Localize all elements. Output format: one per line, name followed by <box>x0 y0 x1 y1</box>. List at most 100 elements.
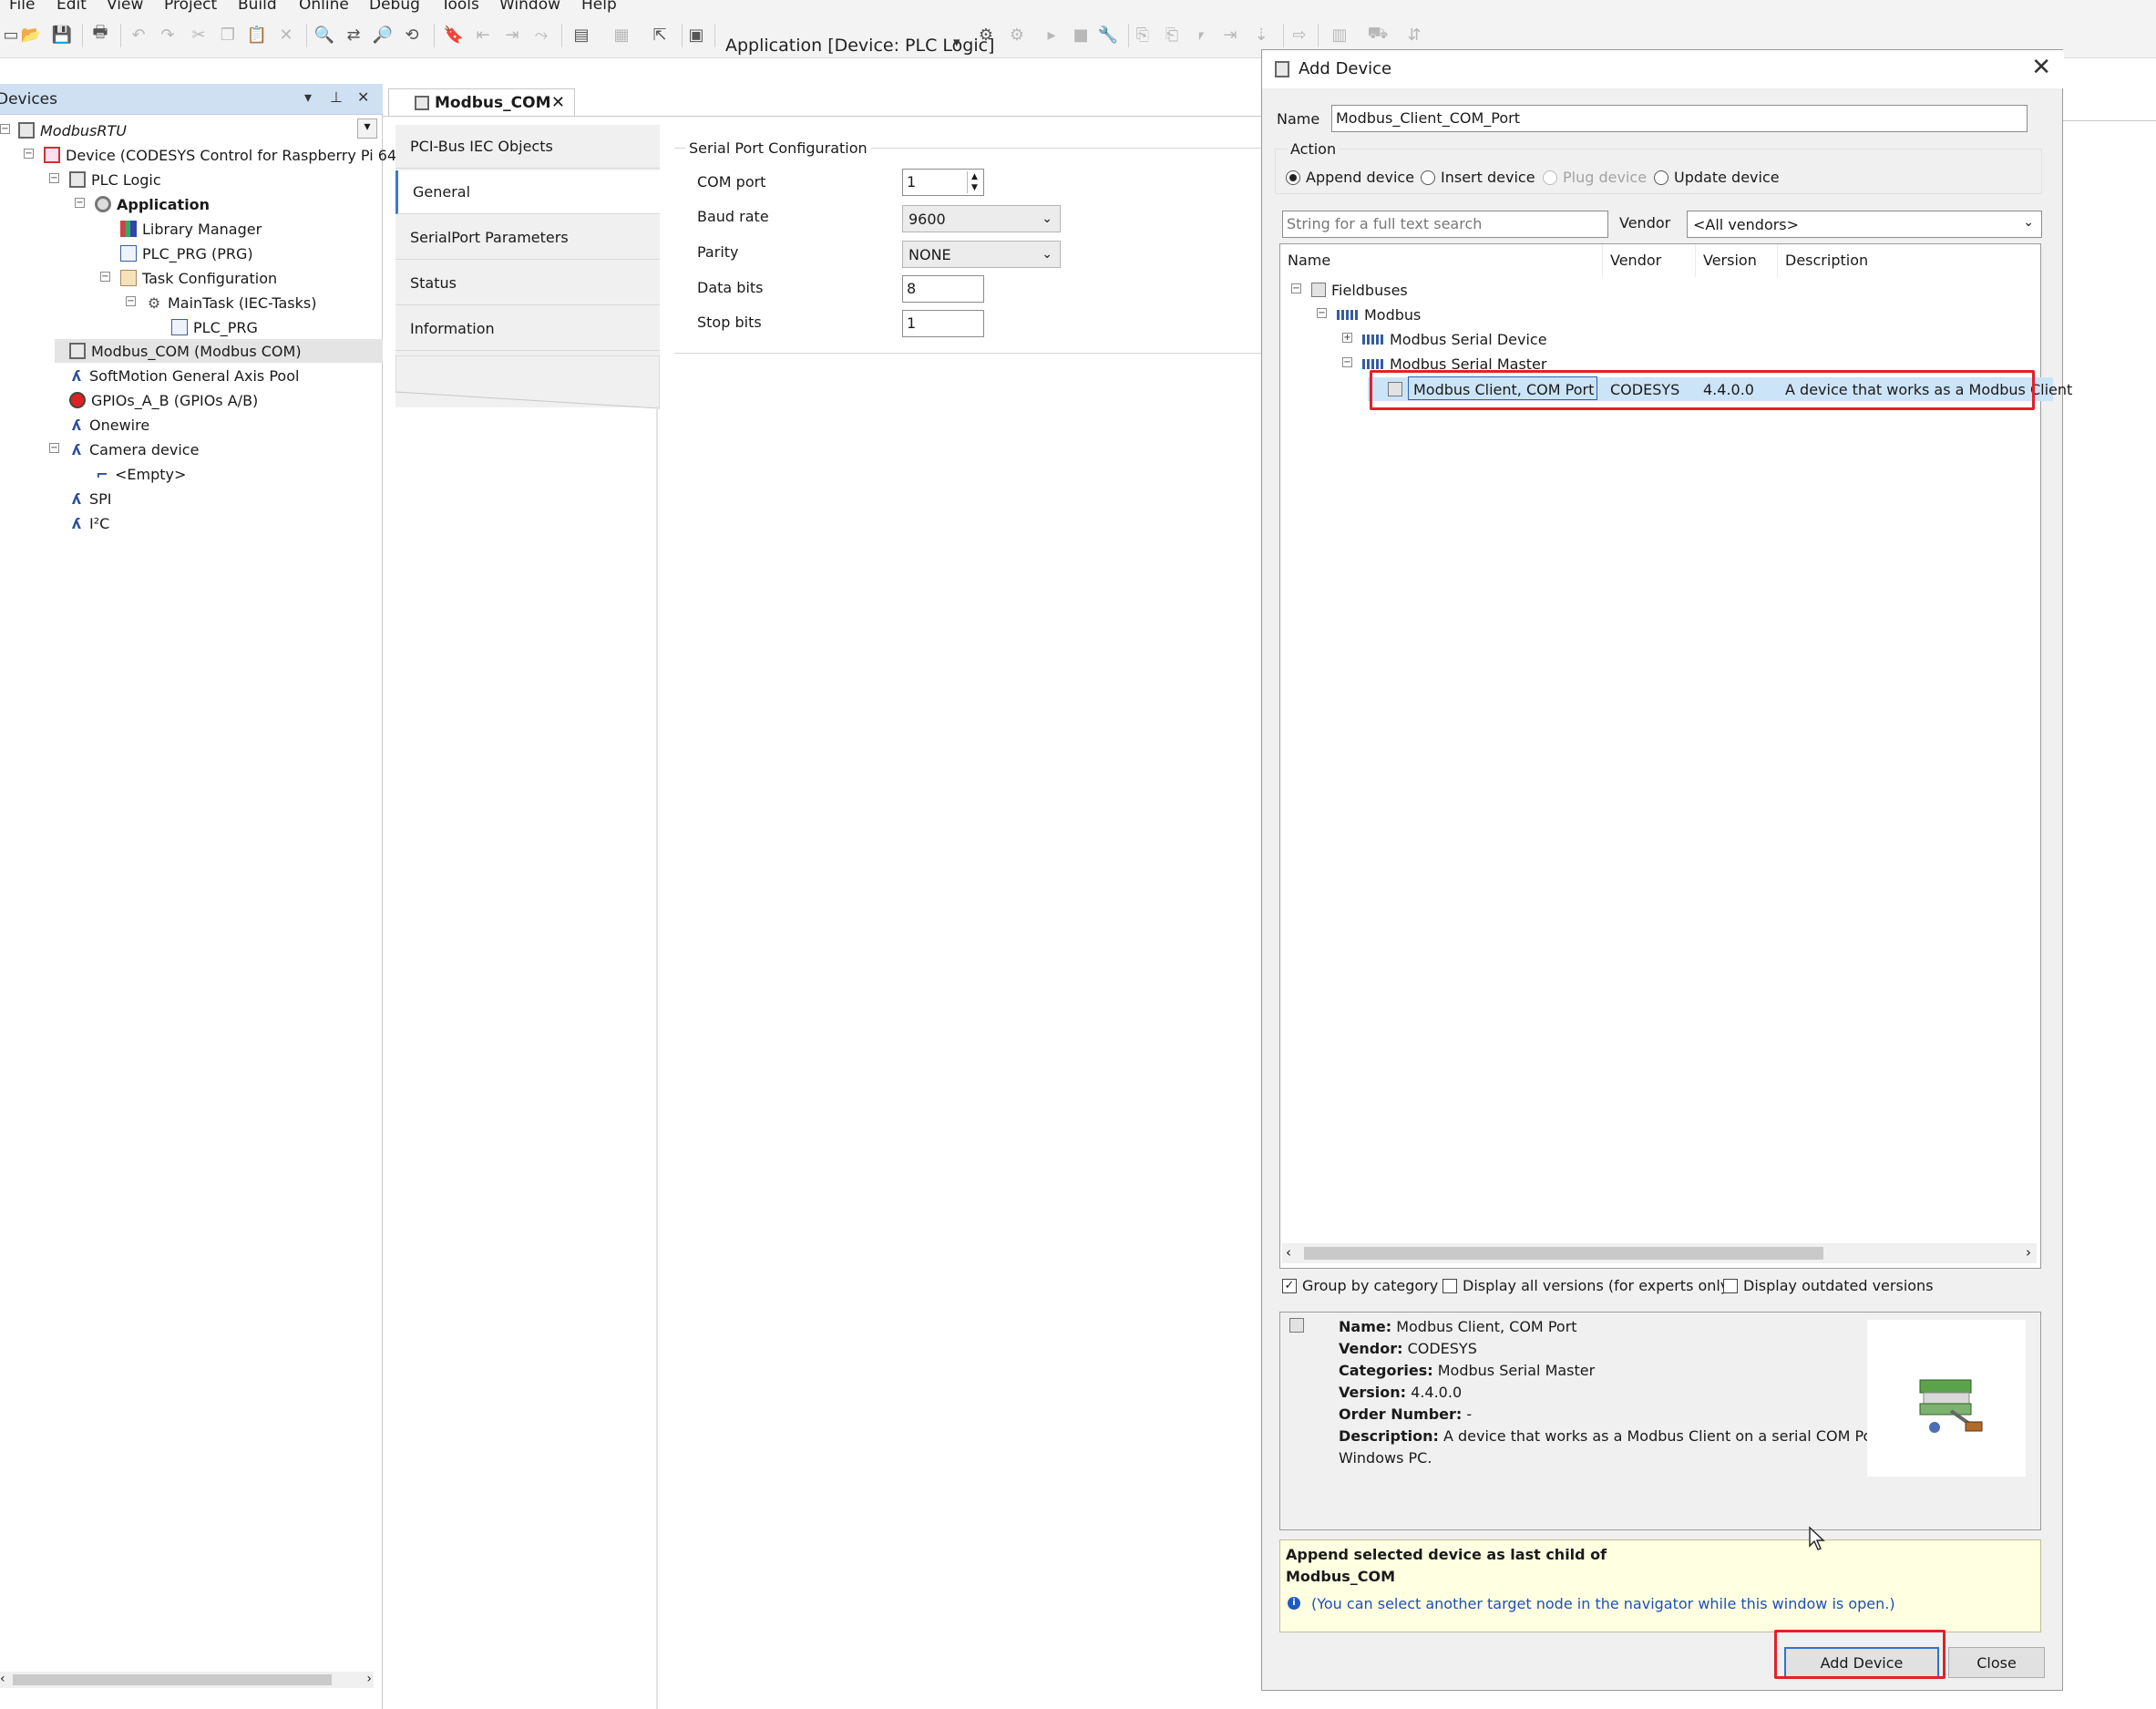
menu-project[interactable]: Project <box>164 0 217 13</box>
tree-item-plc-prg-call[interactable]: PLC_PRG <box>171 315 258 339</box>
baud-rate-select[interactable]: 9600 ⌄ <box>902 205 1061 232</box>
print-icon[interactable]: 🖶 <box>89 23 111 46</box>
copy-icon[interactable]: ❐ <box>217 24 239 46</box>
stop-bits-input[interactable]: 1 <box>902 310 984 337</box>
delete-icon[interactable]: ✕ <box>275 24 297 46</box>
column-description[interactable]: Description <box>1778 244 2040 277</box>
generate-code-icon[interactable]: ▦ <box>611 24 632 46</box>
menu-window[interactable]: Window <box>499 0 560 13</box>
devices-horizontal-scrollbar[interactable]: ‹ › <box>0 1672 374 1688</box>
update-device-radio[interactable]: Update device <box>1654 169 1780 186</box>
step-over-icon[interactable]: ⎗ <box>1161 24 1183 46</box>
logout-icon[interactable]: ⚙ <box>1006 24 1028 46</box>
nav-general[interactable]: General <box>395 170 660 214</box>
undo-icon[interactable]: ↶ <box>128 24 149 46</box>
menu-online[interactable]: Online <box>299 0 349 13</box>
tree-item-spi[interactable]: ʎ SPI <box>69 487 112 510</box>
devices-dropdown-icon[interactable]: ▾ <box>357 118 377 139</box>
find-icon[interactable]: 🔍 <box>313 24 335 46</box>
column-name[interactable]: Name <box>1280 244 1603 277</box>
tree-item-camera-device[interactable]: ʎ Camera device <box>69 438 200 461</box>
collapse-icon[interactable]: − <box>24 149 34 159</box>
scroll-left-icon[interactable]: ‹ <box>1286 1244 1291 1261</box>
close-icon[interactable]: ✕ <box>357 88 369 106</box>
collapse-icon[interactable]: − <box>1317 308 1327 318</box>
tree-item-device[interactable]: Device (CODESYS Control for Raspberry Pi… <box>44 143 425 167</box>
collapse-icon[interactable]: − <box>1291 283 1301 293</box>
bookmark-icon[interactable]: 🔖 <box>443 24 465 46</box>
tree-item-task-configuration[interactable]: Task Configuration <box>120 266 277 290</box>
tree-item-plc-prg[interactable]: PLC_PRG (PRG) <box>120 242 253 265</box>
tree-item-library-manager[interactable]: Library Manager <box>120 217 262 241</box>
append-device-radio[interactable]: Append device <box>1286 169 1414 186</box>
tree-item-plc-logic[interactable]: PLC Logic <box>69 168 161 191</box>
tree-item-empty[interactable]: ⌐ <Empty> <box>95 462 186 486</box>
write-values-icon[interactable]: ⇨ <box>1288 24 1310 46</box>
nav-status[interactable]: Status <box>395 262 660 305</box>
data-bits-input[interactable]: 8 <box>902 275 984 303</box>
tab-modbus-com[interactable]: Modbus_COM ✕ <box>388 88 575 116</box>
find-replace-icon[interactable]: ⇄ <box>343 24 364 46</box>
collapse-icon[interactable]: − <box>100 272 110 282</box>
tree-item-project[interactable]: ModbusRTU <box>18 118 127 142</box>
search-input[interactable]: String for a full text search <box>1282 211 1608 238</box>
run-to-cursor-icon[interactable]: ⇣ <box>1250 24 1272 46</box>
application-icon[interactable]: ▣ <box>685 24 707 46</box>
tree-item-onewire[interactable]: ʎ Onewire <box>69 413 149 437</box>
close-icon[interactable]: ✕ <box>2031 54 2051 81</box>
spinner-icon[interactable]: ▲ ▼ <box>967 171 981 193</box>
reset-icon[interactable]: 🔧 <box>1097 24 1119 46</box>
close-tab-icon[interactable]: ✕ <box>551 93 565 112</box>
replace-icon[interactable]: ⟲ <box>401 24 423 46</box>
plug-device-radio[interactable]: Plug device <box>1543 169 1647 186</box>
bookmark-next-icon[interactable]: ⇥ <box>501 24 523 46</box>
nav-pci-bus[interactable]: PCI-Bus IEC Objects <box>395 125 660 169</box>
collapse-icon[interactable]: − <box>49 173 59 183</box>
scan-icon[interactable]: ⛟ <box>1367 24 1389 46</box>
nav-information[interactable]: Information <box>395 307 660 351</box>
insert-device-radio[interactable]: Insert device <box>1421 169 1535 186</box>
step-into-icon[interactable]: ⎖ <box>1190 24 1212 46</box>
display-all-versions-checkbox[interactable]: Display all versions (for experts only) <box>1442 1277 1735 1294</box>
open-folder-icon[interactable]: 📂 <box>20 24 42 46</box>
tree-item-modbus-com[interactable]: Modbus_COM (Modbus COM) <box>69 339 302 363</box>
name-input[interactable]: Modbus_Client_COM_Port <box>1331 105 2028 132</box>
column-version[interactable]: Version <box>1696 244 1778 277</box>
scroll-right-icon[interactable]: › <box>366 1672 372 1686</box>
menu-file[interactable]: File <box>9 0 35 13</box>
close-button[interactable]: Close <box>1948 1647 2045 1678</box>
column-vendor[interactable]: Vendor <box>1603 244 1696 277</box>
paste-icon[interactable]: 📋 <box>246 24 268 46</box>
menu-tools[interactable]: Tools <box>441 0 479 13</box>
list-item-fieldbuses[interactable]: Fieldbuses <box>1311 278 1408 302</box>
scroll-left-icon[interactable]: ‹ <box>0 1672 5 1686</box>
force-values-icon[interactable]: ▥ <box>1329 24 1350 46</box>
login-icon[interactable]: ⚙ <box>975 24 997 46</box>
menu-debug[interactable]: Debug <box>369 0 420 13</box>
tree-item-i2c[interactable]: ʎ I²C <box>69 511 110 535</box>
menu-build[interactable]: Build <box>238 0 277 13</box>
tree-item-softmotion[interactable]: ʎ SoftMotion General Axis Pool <box>69 364 300 387</box>
list-item-modbus-serial-device[interactable]: Modbus Serial Device <box>1362 327 1547 351</box>
display-outdated-checkbox[interactable]: Display outdated versions <box>1723 1277 1934 1294</box>
stop-icon[interactable]: ■ <box>1070 24 1092 46</box>
compare-icon[interactable]: ⇵ <box>1403 24 1425 46</box>
build-icon[interactable]: ▤ <box>570 24 592 46</box>
collapse-icon[interactable]: − <box>75 198 85 208</box>
panel-menu-icon[interactable]: ▾ <box>304 88 312 106</box>
collapse-icon[interactable]: − <box>126 296 136 306</box>
tree-item-maintask[interactable]: ⚙ MainTask (IEC-Tasks) <box>146 291 317 314</box>
scrollbar-thumb[interactable] <box>1304 1247 1823 1260</box>
new-file-icon[interactable]: ▭ <box>0 24 22 46</box>
scrollbar-thumb[interactable] <box>13 1674 332 1685</box>
tree-item-application[interactable]: Application <box>95 192 210 216</box>
list-item-modbus[interactable]: Modbus <box>1337 303 1421 326</box>
tree-item-gpios[interactable]: GPIOs_A_B (GPIOs A/B) <box>69 388 258 412</box>
vendor-select[interactable]: <All vendors> ⌄ <box>1687 211 2042 238</box>
menu-edit[interactable]: Edit <box>56 0 87 13</box>
menu-view[interactable]: View <box>107 0 143 13</box>
pin-icon[interactable]: ⊥ <box>330 88 343 106</box>
export-icon[interactable]: ⇱ <box>649 24 671 46</box>
breakpoint-icon[interactable]: ⎘ <box>1132 24 1154 46</box>
collapse-icon[interactable]: − <box>49 443 59 453</box>
